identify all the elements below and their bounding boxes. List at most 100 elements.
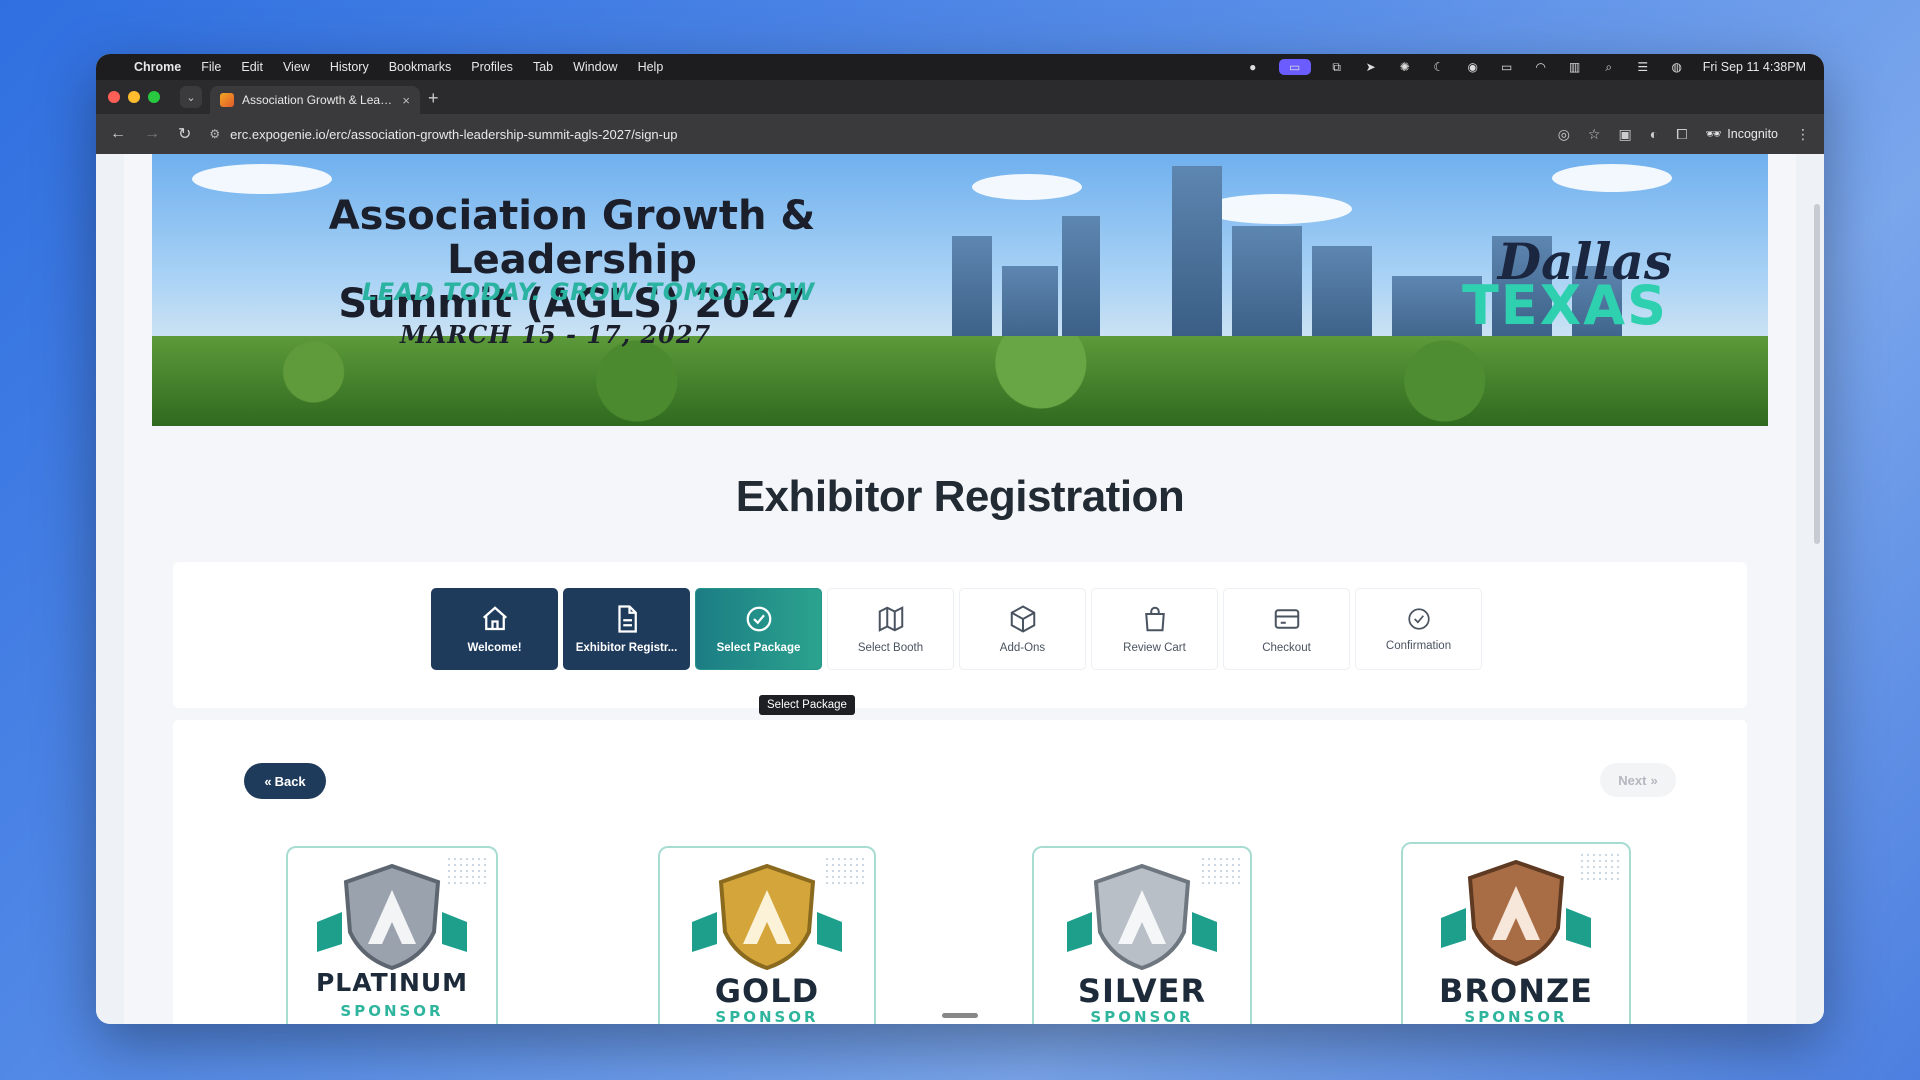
wifi-icon[interactable]: ◠ xyxy=(1533,59,1549,75)
tab-search-chevron-icon[interactable]: ⌄ xyxy=(180,86,202,108)
new-tab-plus-icon[interactable]: + xyxy=(428,88,439,109)
siri-icon[interactable]: ◍ xyxy=(1669,59,1685,75)
menu-edit[interactable]: Edit xyxy=(241,60,263,74)
toolbar-actions: ◎ ☆ ▣ ◐ ⧠ 🕶 Incognito ⋮ xyxy=(1558,126,1810,143)
tracking-eye-off-icon[interactable]: ◎ xyxy=(1558,126,1570,143)
forward-arrow-icon[interactable]: → xyxy=(144,125,160,143)
menu-bar: Chrome File Edit View History Bookmarks … xyxy=(96,54,1824,80)
menu-profiles[interactable]: Profiles xyxy=(471,60,513,74)
package-card-silver[interactable]: SILVER SPONSOR xyxy=(1032,846,1252,1024)
menu-bookmarks[interactable]: Bookmarks xyxy=(389,60,452,74)
step-exhibitor-registration[interactable]: Exhibitor Registr... xyxy=(563,588,690,670)
stats-icon[interactable]: ▥ xyxy=(1567,59,1583,75)
package-selection-panel: « Back Next » PLATINUM SPONSOR GOLD SPON… xyxy=(173,720,1747,1024)
step-tooltip: Select Package xyxy=(759,695,855,715)
menu-window[interactable]: Window xyxy=(573,60,617,74)
step-label: Checkout xyxy=(1262,642,1311,654)
package-card-bronze[interactable]: BRONZE SPONSOR xyxy=(1401,842,1631,1024)
screen-share-icon[interactable]: ▭ xyxy=(1278,59,1311,75)
step-select-package[interactable]: Select Package xyxy=(695,588,822,670)
extension-icon-1[interactable]: ▣ xyxy=(1618,126,1631,143)
page-container: Association Growth & Leadership Summit (… xyxy=(124,154,1796,1024)
favicon-icon xyxy=(220,93,234,107)
step-label: Add-Ons xyxy=(999,642,1046,654)
gold-shield-icon xyxy=(692,863,842,971)
step-label: Select Package xyxy=(716,642,801,654)
home-icon xyxy=(482,606,507,631)
play-icon[interactable]: ◉ xyxy=(1465,59,1481,75)
banner-title-line1: Association Growth & Leadership xyxy=(328,193,816,283)
silver-shield-icon xyxy=(1067,863,1217,971)
document-icon xyxy=(617,605,637,633)
more-menu-icon[interactable]: ⋮ xyxy=(1796,126,1810,143)
step-checkout[interactable]: Checkout xyxy=(1223,588,1350,670)
menu-clock[interactable]: Fri Sep 11 4:38PM xyxy=(1703,60,1806,74)
menu-app-name[interactable]: Chrome xyxy=(134,60,181,74)
banner-tagline: LEAD TODAY. GROW TOMORROW xyxy=(362,278,815,306)
map-icon xyxy=(878,606,903,632)
step-confirmation[interactable]: Confirmation xyxy=(1355,588,1482,670)
cloud-shape xyxy=(1202,194,1352,224)
step-review-cart[interactable]: Review Cart xyxy=(1091,588,1218,670)
status-menus: ● ▭ ⧉ ➤ ✺ ☾ ◉ ▭ ◠ ▥ ⌕ ☰ ◍ Fri Sep 11 4:3… xyxy=(1245,59,1806,75)
back-arrow-icon[interactable]: ← xyxy=(110,125,126,143)
menu-help[interactable]: Help xyxy=(638,60,664,74)
incognito-icon: 🕶 xyxy=(1705,126,1722,141)
focus-moon-icon[interactable]: ☾ xyxy=(1431,59,1447,75)
package-name: BRONZE xyxy=(1438,972,1594,1010)
browser-tab-active[interactable]: Association Growth & Leader × xyxy=(210,86,420,114)
address-bar[interactable]: ⚙ erc.expogenie.io/erc/association-growt… xyxy=(209,119,1539,149)
brightness-icon[interactable]: ✺ xyxy=(1397,59,1413,75)
package-sub: SPONSOR xyxy=(715,1008,819,1024)
minimize-window-button[interactable] xyxy=(128,91,140,103)
tab-close-icon[interactable]: × xyxy=(402,93,410,108)
package-sub: SPONSOR xyxy=(1464,1008,1568,1024)
microphone-icon[interactable]: ● xyxy=(1245,59,1261,75)
trees-foreground xyxy=(152,336,1768,426)
tab-title: Association Growth & Leader xyxy=(242,93,395,107)
package-card-gold[interactable]: GOLD SPONSOR xyxy=(658,846,876,1024)
package-sub: SPONSOR xyxy=(340,1002,444,1020)
incognito-indicator[interactable]: 🕶 Incognito xyxy=(1705,127,1778,142)
scroll-indicator xyxy=(942,1013,978,1018)
control-center-icon[interactable]: ☰ xyxy=(1635,59,1651,75)
cloud-shape xyxy=(1552,164,1672,192)
zoom-window-button[interactable] xyxy=(148,91,160,103)
menu-history[interactable]: History xyxy=(330,60,369,74)
battery-icon[interactable]: ▭ xyxy=(1499,59,1515,75)
page-scrollbar[interactable] xyxy=(1814,204,1820,544)
screenshot-icon[interactable]: ⧉ xyxy=(1329,59,1345,75)
back-button[interactable]: « Back xyxy=(244,763,326,799)
menu-tab[interactable]: Tab xyxy=(533,60,553,74)
step-label: Select Booth xyxy=(857,642,924,654)
stepper-steps: Welcome! Exhibitor Registr... Select Pac… xyxy=(431,588,1482,670)
extension-icon-2[interactable]: ◐ xyxy=(1650,126,1658,142)
back-button-label: Back xyxy=(274,773,306,789)
url-text[interactable]: erc.expogenie.io/erc/association-growth-… xyxy=(230,127,677,142)
package-icon xyxy=(1010,605,1035,633)
check-circle-icon xyxy=(1407,608,1430,630)
spotlight-search-icon[interactable]: ⌕ xyxy=(1601,59,1617,75)
bookmark-star-icon[interactable]: ☆ xyxy=(1588,126,1601,143)
banner-dates: MARCH 15 - 17, 2027 xyxy=(400,320,712,349)
menu-view[interactable]: View xyxy=(283,60,310,74)
cloud-shape xyxy=(192,164,332,194)
next-button[interactable]: Next » xyxy=(1600,763,1676,797)
banner-title: Association Growth & Leadership Summit (… xyxy=(222,194,922,326)
menu-file[interactable]: File xyxy=(201,60,221,74)
close-window-button[interactable] xyxy=(108,91,120,103)
reload-icon[interactable]: ↻ xyxy=(178,124,191,144)
step-welcome[interactable]: Welcome! xyxy=(431,588,558,670)
step-label: Confirmation xyxy=(1385,640,1452,652)
site-info-icon[interactable]: ⚙ xyxy=(209,127,220,141)
step-add-ons[interactable]: Add-Ons xyxy=(959,588,1086,670)
extensions-puzzle-icon[interactable]: ⧠ xyxy=(1676,126,1687,143)
cast-icon[interactable]: ➤ xyxy=(1363,59,1379,75)
incognito-label: Incognito xyxy=(1727,127,1778,141)
package-name: GOLD xyxy=(714,972,820,1010)
package-card-platinum[interactable]: PLATINUM SPONSOR xyxy=(286,846,498,1024)
window-controls xyxy=(108,80,160,114)
package-name: SILVER xyxy=(1077,972,1207,1010)
step-select-booth[interactable]: Select Booth xyxy=(827,588,954,670)
next-button-label: Next xyxy=(1618,772,1647,788)
